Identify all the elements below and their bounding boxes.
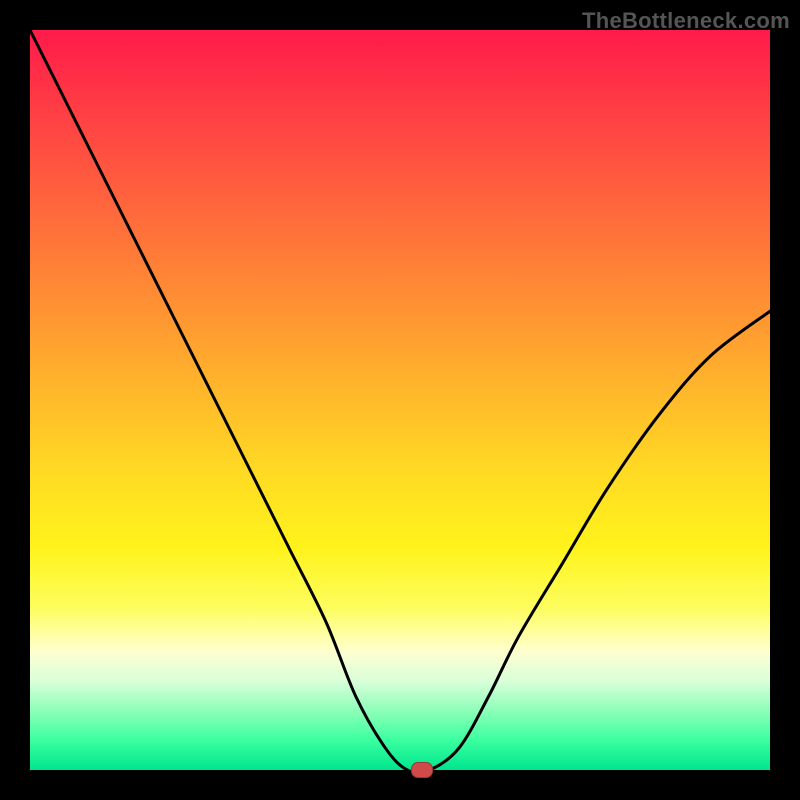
chart-container: TheBottleneck.com bbox=[0, 0, 800, 800]
bottleneck-curve bbox=[30, 30, 770, 770]
bottleneck-marker bbox=[411, 762, 433, 778]
watermark-text: TheBottleneck.com bbox=[582, 8, 790, 34]
plot-area bbox=[30, 30, 770, 770]
